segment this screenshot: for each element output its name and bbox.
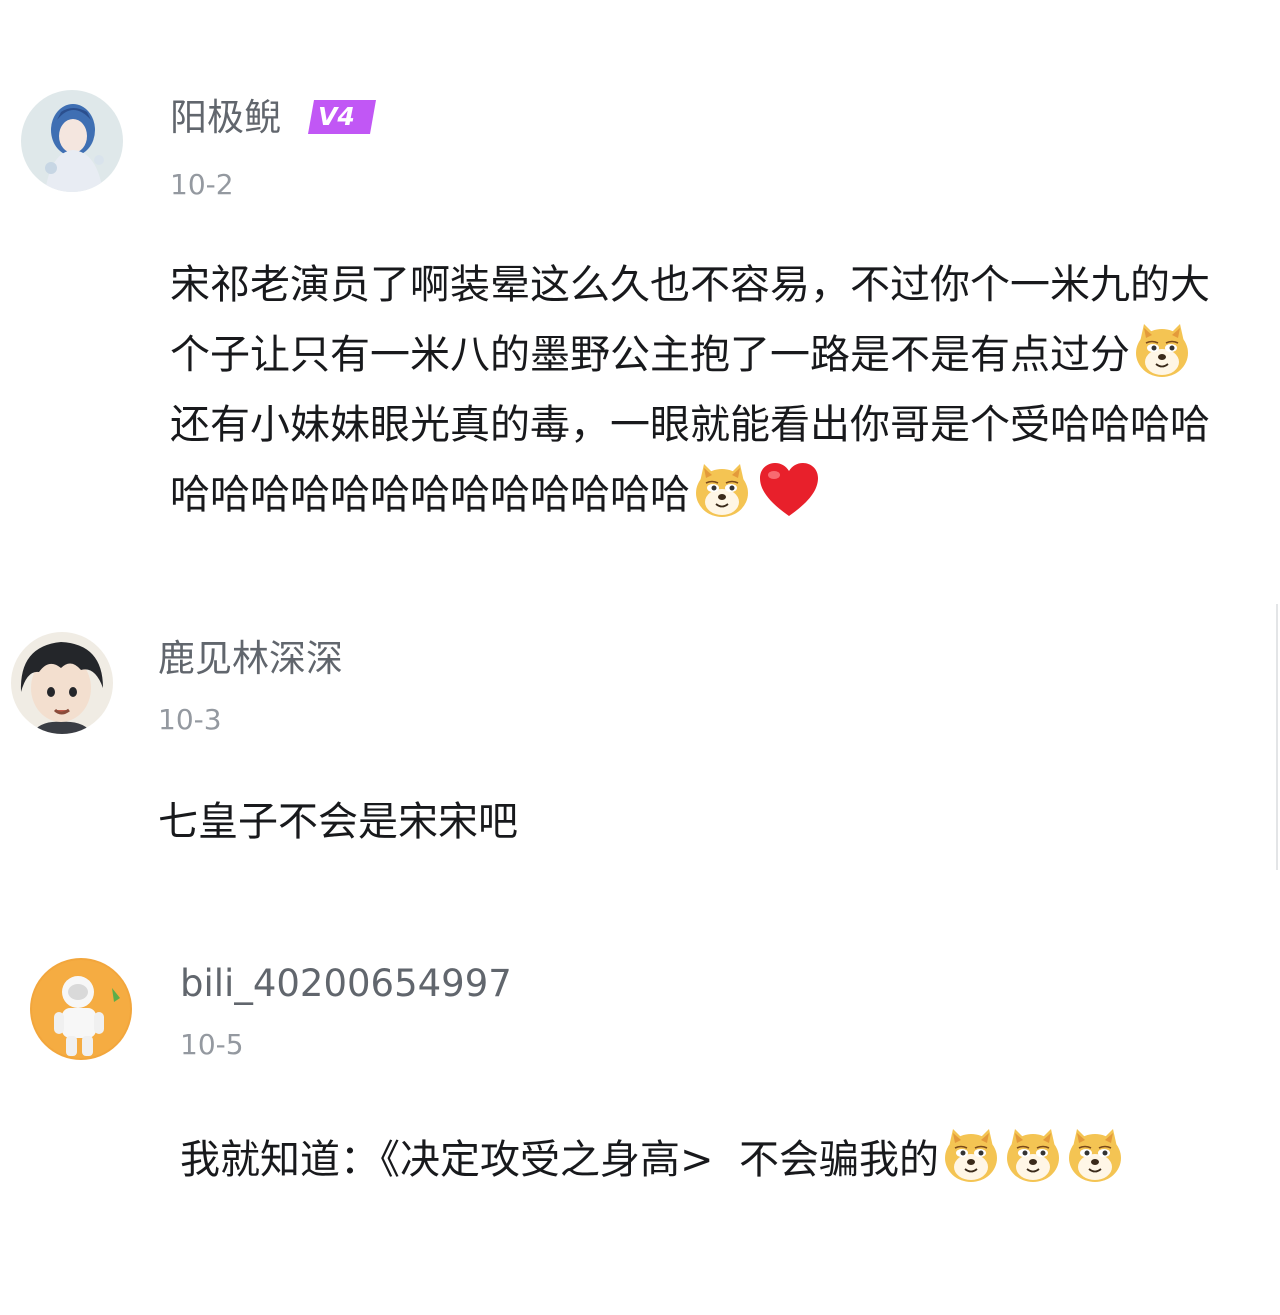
username[interactable]: 鹿见林深深 bbox=[158, 637, 343, 681]
doge-emoji bbox=[1065, 1125, 1125, 1185]
comment-text: 七皇子不会是宋宋吧 bbox=[158, 787, 1238, 857]
doge-emoji bbox=[941, 1125, 1001, 1185]
level-text: V4 bbox=[318, 102, 355, 131]
avatar[interactable] bbox=[11, 632, 113, 734]
comment-line: 七皇子不会是宋宋吧 bbox=[158, 799, 518, 845]
comment-date: 10-2 bbox=[170, 168, 234, 201]
avatar[interactable] bbox=[21, 90, 123, 192]
comment-line: 宋祁老演员了啊装晕这么久也不容易，不过你个一米九的大个子让只有一米八的墨野公主抱… bbox=[170, 262, 1210, 378]
heart-emoji bbox=[758, 462, 820, 518]
doge-emoji bbox=[692, 460, 752, 520]
comment-item: 阳极鲵 V4 10-2 宋祁老演员了啊装晕这么久也不容易，不过你个一米九的大个子… bbox=[0, 0, 1280, 600]
comment-line: 我就知道：《决定攻受之身高> 不会骗我的 bbox=[180, 1137, 939, 1183]
avatar[interactable] bbox=[30, 958, 132, 1060]
comment-line: 还有小妹妹眼光真的毒，一眼就能看出你哥是个受哈哈哈哈哈哈哈哈哈哈哈哈哈哈哈哈哈 bbox=[170, 402, 1210, 518]
comment-text: 宋祁老演员了啊装晕这么久也不容易，不过你个一米九的大个子让只有一米八的墨野公主抱… bbox=[170, 250, 1230, 530]
username[interactable]: bili_40200654997 bbox=[180, 962, 512, 1006]
username[interactable]: 阳极鲵 bbox=[170, 96, 281, 140]
doge-emoji bbox=[1132, 320, 1192, 380]
comment-item: bili_40200654997 10-5 我就知道：《决定攻受之身高> 不会骗… bbox=[0, 900, 1280, 1315]
comment-text: 我就知道：《决定攻受之身高> 不会骗我的 bbox=[180, 1125, 1260, 1195]
comment-date: 10-3 bbox=[158, 703, 222, 736]
level-badge: V4 bbox=[308, 100, 376, 134]
comment-date: 10-5 bbox=[180, 1028, 244, 1061]
comment-item: 鹿见林深深 10-3 七皇子不会是宋宋吧 bbox=[0, 600, 1280, 900]
doge-emoji bbox=[1003, 1125, 1063, 1185]
